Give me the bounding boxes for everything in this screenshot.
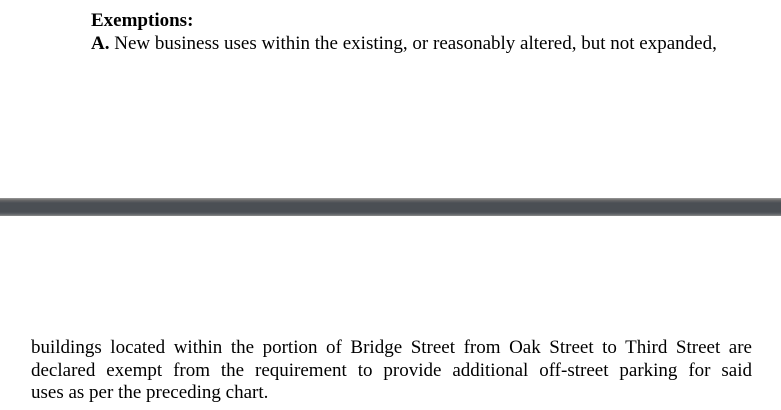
item-a-text: New business uses within the existing, o… (109, 33, 717, 54)
page-separator (0, 198, 781, 216)
page-top: Exemptions: A. New business uses within … (0, 0, 781, 198)
continuation-paragraph: buildings located within the portion of … (31, 337, 752, 405)
continuation-line: buildings located within the portion of … (31, 337, 752, 358)
continuation-line: declared exempt from the requirement to … (31, 359, 752, 381)
continuation-line: uses as per the preceding chart. (31, 382, 269, 403)
section-heading: Exemptions: (91, 10, 194, 31)
exemption-item-a: A. New business uses within the existing… (91, 33, 771, 55)
item-marker: A. (91, 33, 110, 54)
